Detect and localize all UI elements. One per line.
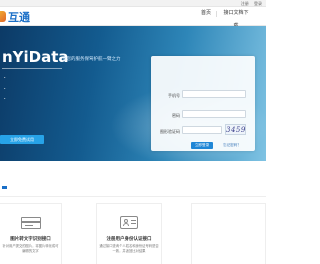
login-button[interactable]: 立即登录 — [191, 142, 213, 149]
feature-item: · — [4, 86, 6, 91]
service-card[interactable]: 注册用户身份认证接口 通过接口查询个人姓名和身份证号码是否一致，并返回比对结果 — [96, 203, 162, 264]
password-label: 密码 — [172, 113, 180, 118]
logo-icon — [0, 11, 6, 22]
section-divider — [0, 196, 266, 197]
login-link[interactable]: 登录 — [254, 1, 262, 6]
username-label: 手机号 — [168, 93, 180, 98]
top-strip: 注册 登录 — [0, 0, 266, 7]
nav-home[interactable]: 首页 — [198, 7, 214, 20]
logo-text: 互通 — [8, 10, 30, 24]
header: 互通 首页 接口文档下载 — [0, 7, 266, 29]
feature-item: · — [4, 96, 6, 101]
nav-docs[interactable]: 接口文档下载 — [222, 7, 250, 29]
nav-divider — [216, 11, 217, 17]
login-card: 手机号 密码 图形验证码 3459 立即登录 忘记密码？ — [151, 56, 255, 151]
section-marker — [2, 186, 7, 189]
free-trial-button[interactable]: 立即免费试用 — [0, 135, 44, 144]
captcha-label: 图形验证码 — [160, 129, 180, 134]
card-icon — [20, 217, 41, 229]
username-input[interactable] — [182, 90, 246, 98]
logo[interactable]: 互通 — [0, 9, 30, 24]
card-title: 图片转文字识别接口 — [10, 237, 51, 242]
banner-underline — [2, 68, 62, 69]
top-links: 注册 登录 — [237, 0, 262, 7]
card-desc: 针对用户提交的图片，将图片转化成可编辑的文字 — [2, 244, 59, 253]
captcha-input[interactable] — [182, 126, 222, 134]
feature-item: · — [4, 75, 6, 80]
service-card[interactable] — [191, 203, 266, 264]
forgot-password-link[interactable]: 忘记密码？ — [223, 143, 241, 148]
card-desc: 通过接口查询个人姓名和身份证号码是否一致，并返回比对结果 — [99, 244, 159, 253]
hero-banner: nYiData 为您的服务保驾护航一臂之力 · · · 立即免费试用 手机号 密… — [0, 26, 266, 161]
register-link[interactable]: 注册 — [241, 1, 249, 6]
service-card[interactable]: 图片转文字识别接口 针对用户提交的图片，将图片转化成可编辑的文字 — [0, 203, 62, 264]
captcha-image[interactable]: 3459 — [225, 124, 246, 135]
banner-title: nYiData — [2, 48, 69, 66]
password-input[interactable] — [182, 110, 246, 118]
banner-slogan: 为您的服务保驾护航一臂之力 — [62, 57, 121, 62]
card-title: 注册用户身份认证接口 — [106, 237, 152, 242]
id-card-icon — [120, 216, 138, 229]
